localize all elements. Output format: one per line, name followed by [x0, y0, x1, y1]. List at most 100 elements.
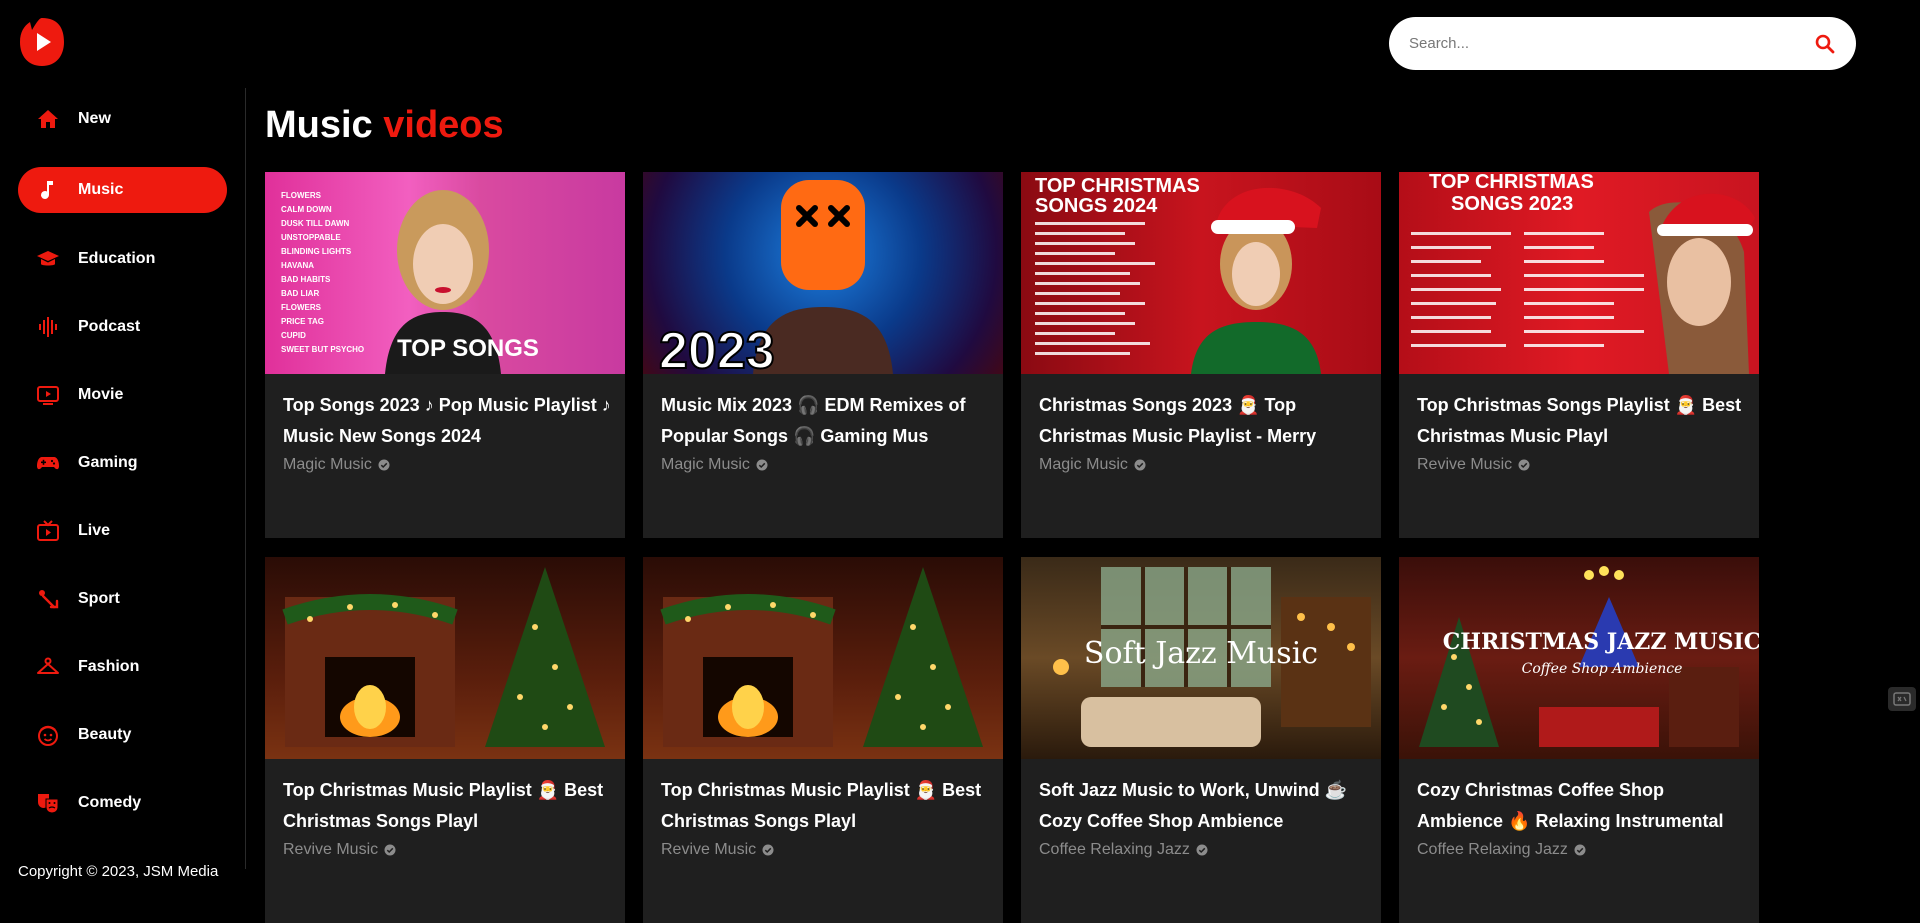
- video-card[interactable]: 2023 Music Mix 2023 🎧 EDM Remixes of Pop…: [643, 172, 1003, 538]
- gamepad-icon: [36, 451, 60, 475]
- sidebar-item-label: Fashion: [78, 658, 140, 675]
- search-icon[interactable]: [1814, 33, 1836, 55]
- channel-name[interactable]: Revive Music: [661, 841, 774, 859]
- verified-icon: [384, 844, 396, 856]
- video-thumbnail[interactable]: 2023: [643, 172, 1003, 374]
- video-thumbnail[interactable]: FLOWERS CALM DOWN DUSK TILL DAWN UNSTOPPABL…: [265, 172, 625, 374]
- sidebar-item-label: Live: [78, 522, 111, 539]
- video-title[interactable]: Top Christmas Music Playlist 🎅 Best Chri…: [283, 775, 613, 837]
- svg-text:Soft Jazz Music: Soft Jazz Music: [1084, 636, 1318, 671]
- svg-text:CHRISTMAS JAZZ MUSIC: CHRISTMAS JAZZ MUSIC: [1443, 629, 1759, 655]
- video-title[interactable]: Top Christmas Songs Playlist 🎅 Best Chri…: [1417, 390, 1747, 452]
- channel-name[interactable]: Revive Music: [1417, 456, 1530, 474]
- music-note-icon: [36, 178, 60, 202]
- sidebar-item-label: Comedy: [78, 794, 142, 811]
- hanger-icon: [36, 655, 60, 679]
- copyright-text: Copyright © 2023, JSM Media: [18, 863, 219, 880]
- svg-text:SONGS 2024: SONGS 2024: [1035, 195, 1158, 217]
- verified-icon: [1134, 459, 1146, 471]
- svg-text:FLOWERS: FLOWERS: [281, 303, 322, 312]
- video-thumbnail[interactable]: Soft Jazz Music: [1021, 557, 1381, 759]
- svg-text:CALM DOWN: CALM DOWN: [281, 205, 332, 214]
- video-thumbnail[interactable]: [643, 557, 1003, 759]
- channel-name[interactable]: Coffee Relaxing Jazz: [1039, 841, 1208, 859]
- verified-icon: [762, 844, 774, 856]
- sidebar-item-label: Music: [78, 181, 124, 198]
- sidebar-item-sport[interactable]: Sport: [18, 576, 227, 622]
- verified-icon: [1574, 844, 1586, 856]
- svg-text:HAVANA: HAVANA: [281, 261, 314, 270]
- video-title[interactable]: Top Songs 2023 ♪ Pop Music Playlist ♪ Mu…: [283, 390, 613, 452]
- video-thumbnail[interactable]: TOP CHRISTMAS SONGS 2023: [1399, 172, 1759, 374]
- search-bar: [1389, 17, 1856, 70]
- video-card[interactable]: TOP CHRISTMAS SONGS 2024 Christmas Songs…: [1021, 172, 1381, 538]
- svg-text:UNSTOPPABLE: UNSTOPPABLE: [281, 233, 341, 242]
- home-icon: [36, 107, 60, 131]
- sidebar-item-gaming[interactable]: Gaming: [18, 440, 227, 486]
- video-card[interactable]: Top Christmas Music Playlist 🎅 Best Chri…: [265, 557, 625, 923]
- video-thumbnail[interactable]: TOP CHRISTMAS SONGS 2024: [1021, 172, 1381, 374]
- comedy-masks-icon: [36, 791, 60, 815]
- graduation-cap-icon: [36, 247, 60, 271]
- svg-text:2023: 2023: [659, 322, 775, 374]
- sidebar-item-live[interactable]: Live: [18, 508, 227, 554]
- verified-icon: [1196, 844, 1208, 856]
- svg-text:DUSK TILL DAWN: DUSK TILL DAWN: [281, 219, 350, 228]
- sidebar-item-movie[interactable]: Movie: [18, 372, 227, 418]
- verified-icon: [756, 459, 768, 471]
- video-title[interactable]: Music Mix 2023 🎧 EDM Remixes of Popular …: [661, 390, 991, 452]
- sidebar-item-new[interactable]: New: [18, 96, 227, 142]
- svg-text:BAD HABITS: BAD HABITS: [281, 275, 331, 284]
- sidebar-item-comedy[interactable]: Comedy: [18, 780, 227, 826]
- video-thumbnail[interactable]: CHRISTMAS JAZZ MUSIC Coffee Shop Ambienc…: [1399, 557, 1759, 759]
- video-title[interactable]: Top Christmas Music Playlist 🎅 Best Chri…: [661, 775, 991, 837]
- page-title: Music videos: [265, 104, 504, 146]
- video-card[interactable]: Soft Jazz Music Soft Jazz Music to Work,…: [1021, 557, 1381, 923]
- svg-text:FLOWERS: FLOWERS: [281, 191, 322, 200]
- sidebar-item-fashion[interactable]: Fashion: [18, 644, 227, 690]
- svg-text:SONGS 2023: SONGS 2023: [1451, 193, 1573, 215]
- svg-text:CUPID: CUPID: [281, 331, 306, 340]
- sidebar-item-label: Gaming: [78, 454, 138, 471]
- sport-icon: [36, 587, 60, 611]
- verified-icon: [378, 459, 390, 471]
- video-thumbnail[interactable]: [265, 557, 625, 759]
- podcast-waveform-icon: [36, 315, 60, 339]
- app-logo[interactable]: [18, 16, 66, 68]
- video-title[interactable]: Cozy Christmas Coffee Shop Ambience 🔥 Re…: [1417, 775, 1747, 837]
- face-icon: [36, 723, 60, 747]
- sidebar-item-education[interactable]: Education: [18, 236, 227, 282]
- video-title[interactable]: Soft Jazz Music to Work, Unwind ☕ Cozy C…: [1039, 775, 1369, 837]
- video-title[interactable]: Christmas Songs 2023 🎅 Top Christmas Mus…: [1039, 390, 1369, 452]
- channel-name[interactable]: Revive Music: [283, 841, 396, 859]
- svg-text:TOP CHRISTMAS: TOP CHRISTMAS: [1035, 175, 1200, 197]
- channel-name[interactable]: Magic Music: [1039, 456, 1146, 474]
- sidebar-item-label: Movie: [78, 386, 124, 403]
- svg-text:TOP CHRISTMAS: TOP CHRISTMAS: [1429, 172, 1594, 193]
- sidebar-item-podcast[interactable]: Podcast: [18, 304, 227, 350]
- sidebar-item-label: New: [78, 110, 111, 127]
- channel-name[interactable]: Magic Music: [283, 456, 390, 474]
- svg-text:BAD LIAR: BAD LIAR: [281, 289, 319, 298]
- sidebar: New Music Education Podcast Movie Gaming…: [0, 88, 246, 880]
- sidebar-item-label: Podcast: [78, 318, 141, 335]
- svg-text:SWEET BUT PSYCHO: SWEET BUT PSYCHO: [281, 345, 364, 354]
- svg-text:Coffee Shop Ambience: Coffee Shop Ambience: [1522, 661, 1683, 677]
- movie-play-icon: [36, 383, 60, 407]
- verified-icon: [1518, 459, 1530, 471]
- sidebar-item-music[interactable]: Music: [18, 167, 227, 213]
- video-card[interactable]: Top Christmas Music Playlist 🎅 Best Chri…: [643, 557, 1003, 923]
- extension-widget-icon[interactable]: [1888, 687, 1916, 711]
- channel-name[interactable]: Magic Music: [661, 456, 768, 474]
- live-tv-icon: [36, 519, 60, 543]
- sidebar-item-beauty[interactable]: Beauty: [18, 712, 227, 758]
- search-input[interactable]: [1409, 35, 1814, 52]
- video-card[interactable]: CHRISTMAS JAZZ MUSIC Coffee Shop Ambienc…: [1399, 557, 1759, 923]
- svg-text:PRICE TAG: PRICE TAG: [281, 317, 324, 326]
- video-card[interactable]: FLOWERS CALM DOWN DUSK TILL DAWN UNSTOPPABL…: [265, 172, 625, 538]
- channel-name[interactable]: Coffee Relaxing Jazz: [1417, 841, 1586, 859]
- sidebar-item-label: Sport: [78, 590, 120, 607]
- svg-text:TOP SONGS: TOP SONGS: [397, 335, 539, 362]
- video-card[interactable]: TOP CHRISTMAS SONGS 2023 Top Christmas S…: [1399, 172, 1759, 538]
- sidebar-item-label: Education: [78, 250, 156, 267]
